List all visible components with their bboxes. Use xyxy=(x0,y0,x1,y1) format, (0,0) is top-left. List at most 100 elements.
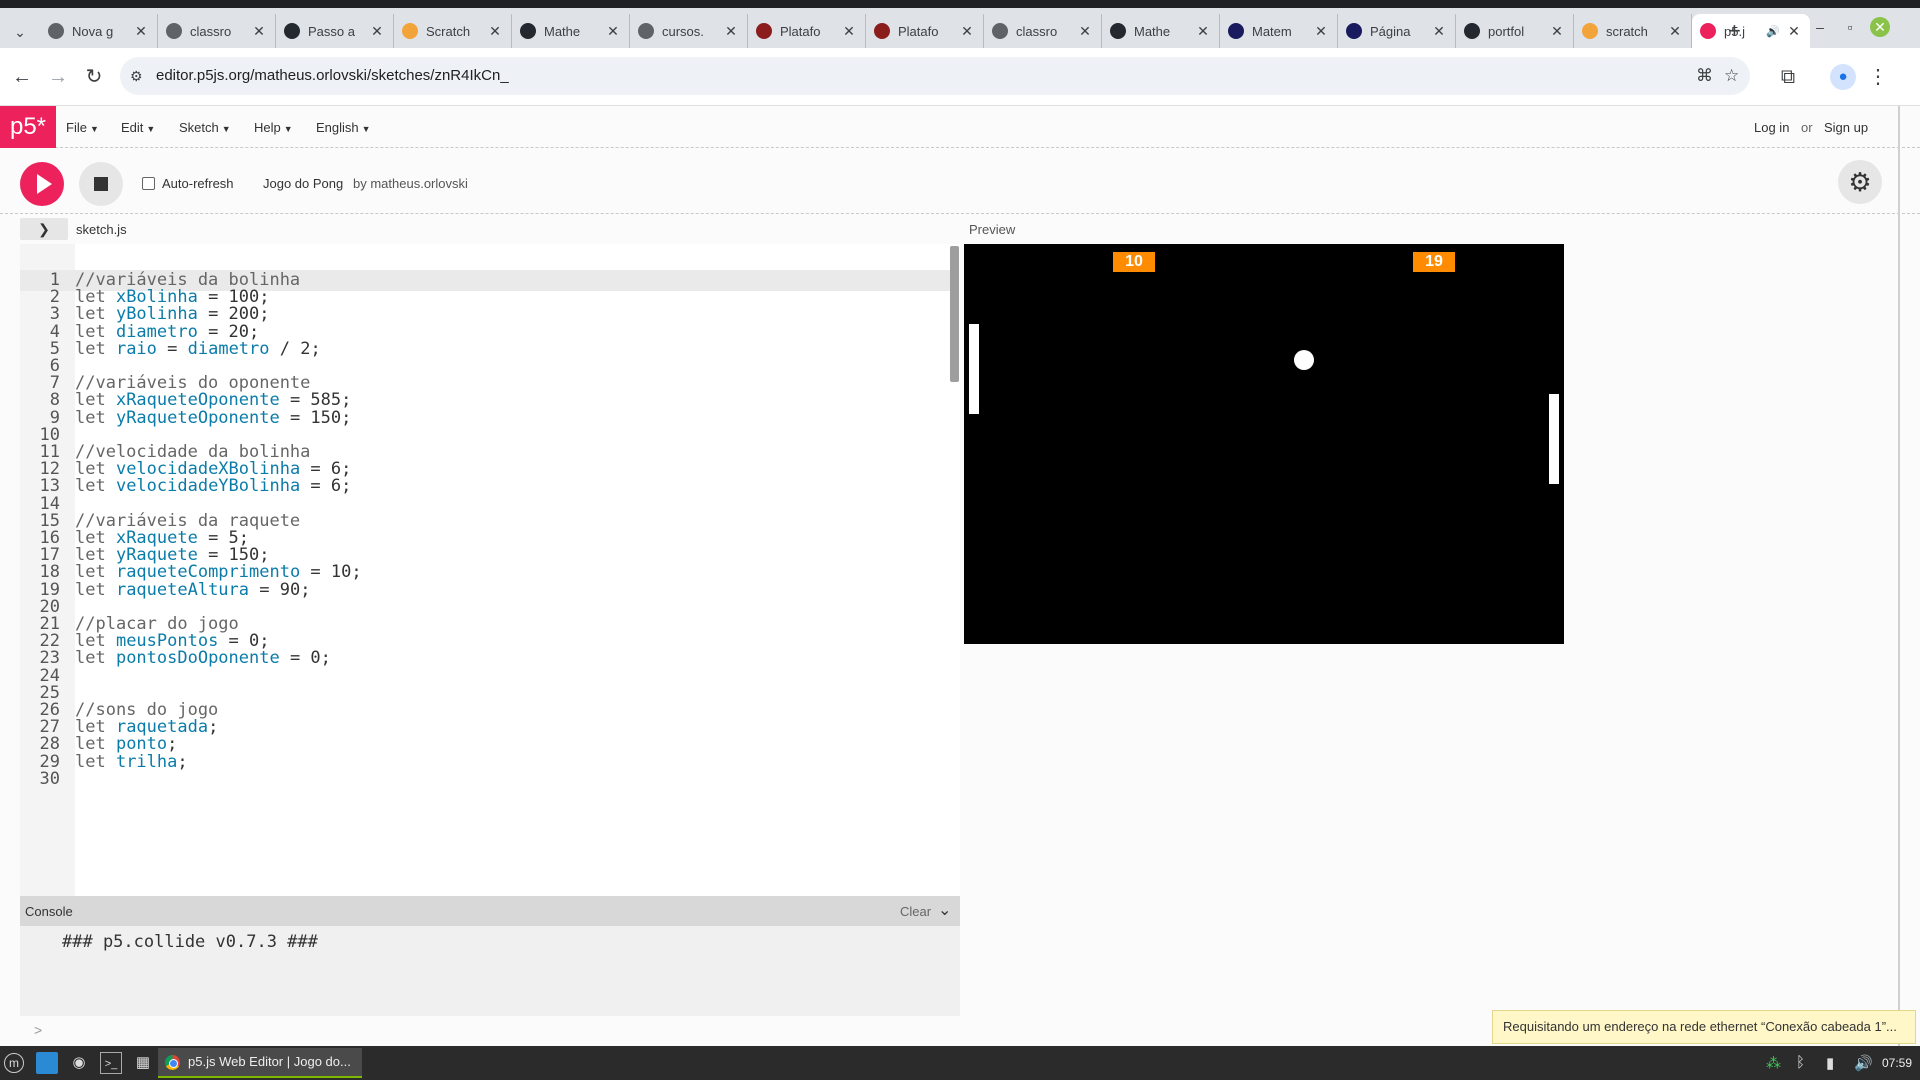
menu-language-label: English xyxy=(316,120,359,135)
tab-close-icon[interactable]: ✕ xyxy=(723,23,739,40)
tab-close-icon[interactable]: ✕ xyxy=(369,23,385,40)
browser-tab[interactable]: classro ✕ xyxy=(984,14,1102,48)
console-input[interactable]: > xyxy=(20,1016,960,1046)
reload-icon[interactable]: ↻ xyxy=(82,66,106,88)
tab-close-icon[interactable]: ✕ xyxy=(1786,23,1802,40)
menu-edit[interactable]: Edit ▼ xyxy=(121,120,155,135)
browser-tab[interactable]: Nova g ✕ xyxy=(40,14,158,48)
volume-icon[interactable]: 🔊 xyxy=(1854,1054,1873,1072)
tab-close-icon[interactable]: ✕ xyxy=(487,23,503,40)
tab-close-icon[interactable]: ✕ xyxy=(1195,23,1211,40)
tab-title: Mathe xyxy=(1134,23,1171,39)
browser-tab[interactable]: scratch ✕ xyxy=(1574,14,1692,48)
page-scrollbar-track xyxy=(1898,106,1900,1046)
browser-tab[interactable]: p5.j 🔊 ✕ xyxy=(1692,14,1810,48)
forward-icon[interactable]: → xyxy=(46,66,70,88)
tab-close-icon[interactable]: ✕ xyxy=(1549,23,1565,40)
tab-close-icon[interactable]: ✕ xyxy=(1431,23,1447,40)
app-launcher-icon[interactable]: ▦ xyxy=(132,1052,154,1074)
bitcoin-icon xyxy=(402,23,418,39)
battery-icon[interactable]: ▮ xyxy=(1826,1054,1834,1072)
sketch-preview-canvas[interactable]: 10 19 xyxy=(964,244,1564,644)
bluetooth-icon[interactable]: ᛒ xyxy=(1796,1054,1805,1071)
auto-refresh-checkbox[interactable] xyxy=(142,177,155,190)
close-window-icon[interactable]: ✕ xyxy=(1870,17,1890,37)
signup-link[interactable]: Sign up xyxy=(1824,120,1868,135)
browser-tab[interactable]: classro ✕ xyxy=(158,14,276,48)
p5-menubar: p5* File ▼ Edit ▼ Sketch ▼ Help ▼ English ▼ L… xyxy=(0,106,1920,148)
menu-language[interactable]: English ▼ xyxy=(316,120,371,135)
minimize-icon[interactable]: – xyxy=(1810,19,1830,35)
menu-help[interactable]: Help ▼ xyxy=(254,120,293,135)
browser-tab[interactable]: Platafo ✕ xyxy=(748,14,866,48)
tab-close-icon[interactable]: ✕ xyxy=(959,23,975,40)
browser-tab[interactable]: Matem ✕ xyxy=(1220,14,1338,48)
translate-icon[interactable]: ⌘ xyxy=(1696,66,1713,86)
address-bar[interactable]: ⚙ editor.p5js.org/matheus.orlovski/sketc… xyxy=(120,57,1750,95)
url-text[interactable]: editor.p5js.org/matheus.orlovski/sketche… xyxy=(156,67,509,84)
browser-tab[interactable]: Mathe ✕ xyxy=(512,14,630,48)
code-line[interactable]: let pontosDoOponente = 0; xyxy=(75,648,331,668)
browser-toolbar: ← → ↻ ⚙ editor.p5js.org/matheus.orlovski… xyxy=(0,48,1920,106)
sketch-name[interactable]: Jogo do Pong xyxy=(263,176,343,191)
opponent-paddle xyxy=(1549,394,1559,484)
browser-tab[interactable]: cursos. ✕ xyxy=(630,14,748,48)
or-text: or xyxy=(1801,120,1813,135)
console-clear-button[interactable]: Clear xyxy=(900,904,931,919)
auto-refresh-toggle[interactable]: Auto-refresh xyxy=(142,176,234,191)
code-line[interactable]: let yRaqueteOponente = 150; xyxy=(75,408,351,428)
player-score: 10 xyxy=(1113,252,1155,272)
tab-close-icon[interactable]: ✕ xyxy=(133,23,149,40)
code-line[interactable]: let trilha; xyxy=(75,752,188,772)
tab-close-icon[interactable]: ✕ xyxy=(841,23,857,40)
browser-tab[interactable]: Passo a ✕ xyxy=(276,14,394,48)
tab-search-icon[interactable]: ⌄ xyxy=(8,20,32,44)
sidebar-expand-button[interactable]: ❯ xyxy=(20,218,68,240)
network-icon[interactable]: ⁂ xyxy=(1766,1054,1781,1072)
back-icon[interactable]: ← xyxy=(10,66,34,88)
profile-avatar-icon[interactable]: ● xyxy=(1830,64,1856,90)
tab-close-icon[interactable]: ✕ xyxy=(251,23,267,40)
extensions-icon[interactable]: ⧉ xyxy=(1776,66,1800,88)
tab-close-icon[interactable]: ✕ xyxy=(605,23,621,40)
browser-tab[interactable]: Platafo ✕ xyxy=(866,14,984,48)
editor-scrollbar[interactable] xyxy=(950,246,959,382)
tab-close-icon[interactable]: ✕ xyxy=(1077,23,1093,40)
browser-tab[interactable]: Mathe ✕ xyxy=(1102,14,1220,48)
a-icon xyxy=(1228,23,1244,39)
browser-tab[interactable]: portfol ✕ xyxy=(1456,14,1574,48)
code-line[interactable]: let raqueteAltura = 90; xyxy=(75,580,310,600)
code-line[interactable]: let velocidadeYBolinha = 6; xyxy=(75,476,351,496)
file-tab-name[interactable]: sketch.js xyxy=(76,222,127,237)
bookmark-star-icon[interactable]: ☆ xyxy=(1724,66,1739,86)
terminal-icon[interactable]: >_ xyxy=(100,1052,122,1074)
browser-tab[interactable]: Scratch ✕ xyxy=(394,14,512,48)
new-tab-icon[interactable]: + xyxy=(1728,18,1741,44)
play-button[interactable] xyxy=(20,162,64,206)
tab-title: Platafo xyxy=(898,23,939,39)
browser-menu-icon[interactable]: ⋮ xyxy=(1866,66,1890,88)
taskbar-chrome-window[interactable]: p5.js Web Editor | Jogo do... xyxy=(158,1048,362,1078)
maximize-icon[interactable]: ▫ xyxy=(1840,19,1860,35)
menu-file[interactable]: File ▼ xyxy=(66,120,99,135)
network-notification[interactable]: Requisitando um endereço na rede etherne… xyxy=(1492,1010,1916,1044)
stop-button[interactable] xyxy=(79,162,123,206)
menu-sketch[interactable]: Sketch ▼ xyxy=(179,120,231,135)
show-desktop-icon[interactable] xyxy=(36,1052,58,1074)
site-info-icon[interactable]: ⚙ xyxy=(130,68,143,85)
tab-close-icon[interactable]: ✕ xyxy=(1313,23,1329,40)
code-editor[interactable]: 1//variáveis da bolinha 2 let xBolinha = 1… xyxy=(20,244,960,896)
login-link[interactable]: Log in xyxy=(1754,120,1789,135)
code-line[interactable]: let raio = diametro / 2; xyxy=(75,339,321,359)
chrome-icon xyxy=(165,1055,180,1070)
start-menu-icon[interactable]: m xyxy=(4,1053,24,1073)
github-icon xyxy=(1110,23,1126,39)
tab-close-icon[interactable]: ✕ xyxy=(1667,23,1683,40)
file-manager-icon[interactable]: ◉ xyxy=(68,1052,90,1074)
tab-audio-icon[interactable]: 🔊 xyxy=(1766,25,1780,38)
stop-icon xyxy=(94,177,108,191)
p5-logo[interactable]: p5* xyxy=(0,106,56,148)
browser-tab[interactable]: Página ✕ xyxy=(1338,14,1456,48)
settings-gear-icon[interactable]: ⚙ xyxy=(1838,160,1882,204)
chevron-down-icon[interactable]: ⌄ xyxy=(938,900,951,920)
